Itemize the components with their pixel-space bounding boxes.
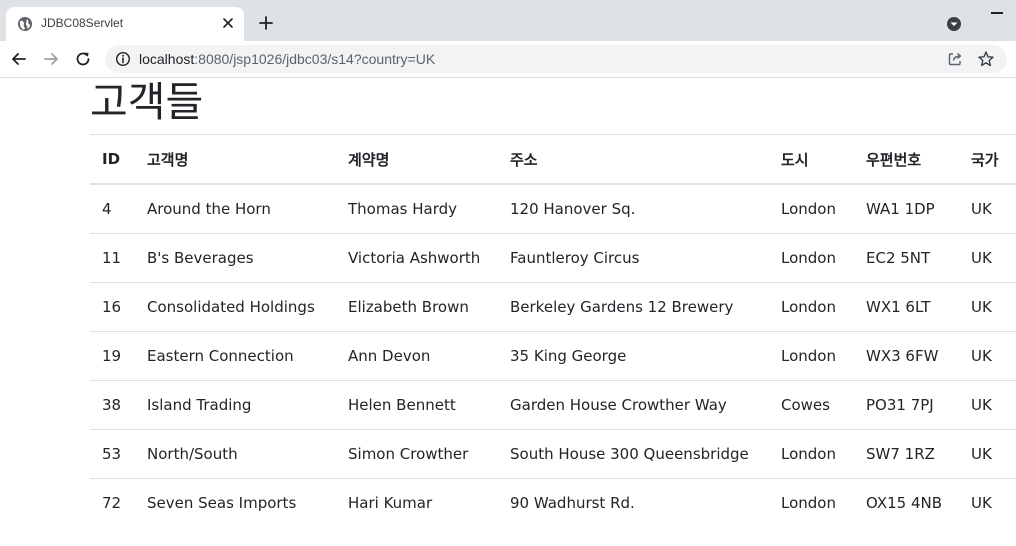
cell-address: 120 Hanover Sq. [498,183,769,234]
globe-icon [18,17,32,31]
cell-country: UK [959,233,1016,283]
page-title: 고객들 [90,78,204,126]
cell-country: UK [959,478,1016,527]
cell-postal-code: OX15 4NB [854,478,959,527]
cell-id: 38 [90,380,135,430]
cell-customer-name: Eastern Connection [135,331,336,381]
address-bar[interactable]: localhost:8080/jsp1026/jdbc03/s14?countr… [105,45,1007,73]
cell-address: Garden House Crowther Way [498,380,769,430]
table-row: 38 Island Trading Helen Bennett Garden H… [90,380,1016,430]
cell-country: UK [959,331,1016,381]
reload-icon[interactable] [74,50,92,68]
header-city: 도시 [769,134,854,185]
cell-city: London [769,282,854,332]
cell-id: 72 [90,478,135,527]
url-path: :8080/jsp1026/jdbc03/s14?country=UK [194,51,436,67]
header-contact-name: 계약명 [336,134,498,185]
close-icon[interactable] [220,15,236,31]
tab-title: JDBC08Servlet [41,16,124,30]
header-customer-name: 고객명 [135,134,336,185]
cell-id: 16 [90,282,135,332]
cell-city: London [769,478,854,527]
cell-city: London [769,233,854,283]
table-row: 53 North/South Simon Crowther South Hous… [90,429,1016,479]
cell-customer-name: Seven Seas Imports [135,478,336,527]
cell-customer-name: Around the Horn [135,183,336,234]
table-row: 11 B's Beverages Victoria Ashworth Faunt… [90,233,1016,283]
header-id: ID [90,134,135,185]
cell-customer-name: Consolidated Holdings [135,282,336,332]
cell-address: 90 Wadhurst Rd. [498,478,769,527]
url-text[interactable]: localhost:8080/jsp1026/jdbc03/s14?countr… [139,51,435,67]
cell-contact-name: Victoria Ashworth [336,233,498,283]
table-row: 4 Around the Horn Thomas Hardy 120 Hanov… [90,183,1016,234]
cell-city: Cowes [769,380,854,430]
customers-table: ID 고객명 계약명 주소 도시 우편번호 국가 4 Around the Ho… [90,134,1016,527]
cell-postal-code: WX1 6LT [854,282,959,332]
tab-strip: JDBC08Servlet [0,0,1016,41]
cell-id: 19 [90,331,135,381]
cell-postal-code: PO31 7PJ [854,380,959,430]
table-row: 72 Seven Seas Imports Hari Kumar 90 Wadh… [90,478,1016,527]
cell-postal-code: WA1 1DP [854,183,959,234]
back-arrow-icon[interactable] [10,50,28,68]
cell-contact-name: Hari Kumar [336,478,498,527]
share-icon[interactable] [947,51,963,67]
site-info-icon[interactable] [115,51,131,67]
cell-postal-code: SW7 1RZ [854,429,959,479]
bookmark-star-icon[interactable] [977,50,995,68]
cell-postal-code: WX3 6FW [854,331,959,381]
cell-country: UK [959,183,1016,234]
table-header-row: ID 고객명 계약명 주소 도시 우편번호 국가 [90,134,1016,185]
header-country: 국가 [959,134,1016,185]
cell-address: South House 300 Queensbridge [498,429,769,479]
new-tab-plus-icon[interactable] [257,14,275,32]
cell-id: 4 [90,183,135,234]
header-postal-code: 우편번호 [854,134,959,185]
cell-postal-code: EC2 5NT [854,233,959,283]
cell-address: Fauntleroy Circus [498,233,769,283]
url-host: localhost [139,51,195,67]
cell-address: Berkeley Gardens 12 Brewery [498,282,769,332]
cell-id: 53 [90,429,135,479]
cell-address: 35 King George [498,331,769,381]
table-row: 16 Consolidated Holdings Elizabeth Brown… [90,282,1016,332]
cell-city: London [769,331,854,381]
header-address: 주소 [498,134,769,185]
cell-country: UK [959,380,1016,430]
cell-id: 11 [90,233,135,283]
tab-search-chevron-icon[interactable] [945,15,963,33]
cell-country: UK [959,429,1016,479]
browser-toolbar: localhost:8080/jsp1026/jdbc03/s14?countr… [0,41,1016,78]
cell-contact-name: Thomas Hardy [336,183,498,234]
cell-city: London [769,183,854,234]
cell-country: UK [959,282,1016,332]
cell-city: London [769,429,854,479]
table-row: 19 Eastern Connection Ann Devon 35 King … [90,331,1016,381]
minimize-window-icon[interactable] [991,12,1003,14]
cell-customer-name: Island Trading [135,380,336,430]
forward-arrow-icon[interactable] [42,50,60,68]
cell-customer-name: B's Beverages [135,233,336,283]
cell-contact-name: Elizabeth Brown [336,282,498,332]
cell-contact-name: Simon Crowther [336,429,498,479]
browser-tab[interactable]: JDBC08Servlet [6,7,244,41]
cell-contact-name: Ann Devon [336,331,498,381]
cell-customer-name: North/South [135,429,336,479]
cell-contact-name: Helen Bennett [336,380,498,430]
